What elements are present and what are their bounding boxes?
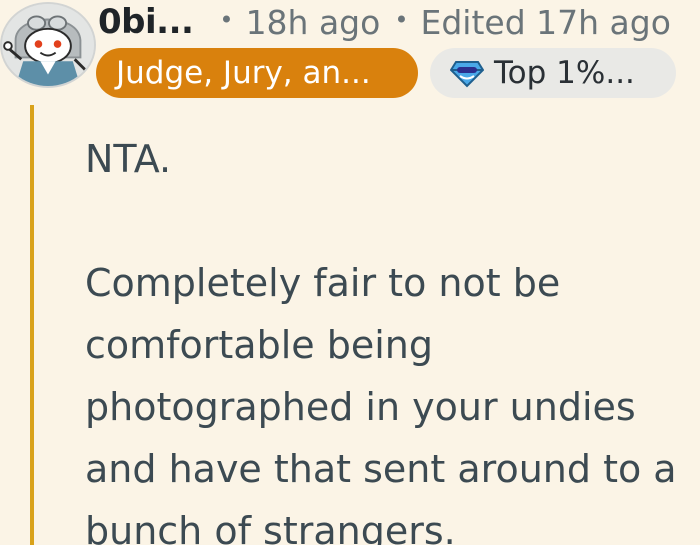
avatar[interactable] xyxy=(0,2,96,88)
gem-icon xyxy=(449,58,485,88)
comment-header: 0bi... • 18h ago • Edited 17h ago xyxy=(98,0,671,44)
username-link[interactable]: 0bi... xyxy=(98,2,194,42)
flair-judge-badge[interactable]: Judge, Jury, an... xyxy=(96,48,418,98)
edited-label: Edited 17h ago xyxy=(420,2,671,42)
comment-paragraph: NTA. xyxy=(85,137,172,181)
flair-judge-label: Judge, Jury, an... xyxy=(116,55,371,91)
comment-body: NTA. Completely fair to not be comfortab… xyxy=(85,128,685,545)
user-flairs: Judge, Jury, an... Top 1%... xyxy=(96,46,676,100)
snoo-avatar-icon xyxy=(2,4,94,86)
separator-dot: • xyxy=(394,6,409,34)
timestamp-link[interactable]: 18h ago xyxy=(246,3,381,42)
comment: 0bi... • 18h ago • Edited 17h ago Judge,… xyxy=(0,0,700,545)
flair-top-badge[interactable]: Top 1%... xyxy=(430,48,676,98)
comment-paragraph: Completely fair to not be comfortable be… xyxy=(85,261,677,545)
separator-dot: • xyxy=(219,6,234,34)
thread-line[interactable] xyxy=(30,105,34,545)
flair-top-label: Top 1%... xyxy=(494,55,635,91)
